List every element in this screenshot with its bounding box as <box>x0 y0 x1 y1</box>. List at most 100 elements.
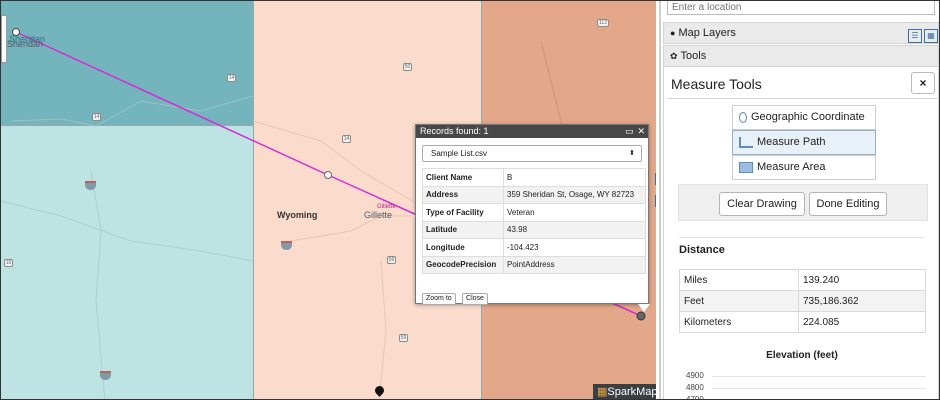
measure-action-bar: Clear Drawing Done Editing <box>678 184 928 221</box>
location-search-input[interactable] <box>667 1 935 15</box>
elevation-gridline <box>712 376 926 377</box>
record-value: -104.423 <box>503 238 646 257</box>
distance-value: 139.240 <box>798 269 926 291</box>
road-shield: 14 <box>92 113 101 121</box>
tool-label: Geographic Coordinate <box>751 111 865 123</box>
tools-label: Tools <box>680 50 707 62</box>
record-row: Latitude 43.98 <box>422 220 646 239</box>
clear-drawing-button[interactable]: Clear Drawing <box>719 192 805 216</box>
distance-title: Distance <box>679 244 725 256</box>
distance-row: Miles 139.240 <box>679 269 926 291</box>
sparkmap-logo: ▦SparkMap <box>593 384 656 399</box>
tools-header[interactable]: ✿ Tools <box>663 45 939 67</box>
path-vertex-end <box>636 311 646 321</box>
record-value: Veteran <box>503 203 646 222</box>
distance-value: 224.085 <box>798 311 926 333</box>
record-table: Client Name B Address 359 Sheridan St, Osag… <box>422 168 646 274</box>
record-value: PointAddress <box>503 255 646 274</box>
tool-measure-area[interactable]: Measure Area <box>732 155 876 180</box>
road-shield: 14 <box>227 74 236 82</box>
record-key: Type of Facility <box>422 203 504 222</box>
path-vertex-mid <box>324 171 332 179</box>
popup-close-button[interactable]: Close <box>462 293 488 305</box>
map-layers-header[interactable]: ● Map Layers ☰ ▦ <box>663 22 939 44</box>
elevation-title: Elevation (feet) <box>766 350 838 361</box>
tool-geographic-coordinate[interactable]: Geographic Coordinate <box>732 105 876 130</box>
record-value: B <box>503 168 646 187</box>
city-label-sheridan: Sheridan <box>7 39 44 49</box>
list-view-icon[interactable]: ☰ <box>908 29 922 43</box>
road-shield: 16 <box>4 259 13 267</box>
records-popup: Records found: 1 ▭ ✕ Sample List.csv ⬍ Cl… <box>415 124 650 312</box>
map-layers-label: Map Layers <box>678 27 736 39</box>
measure-path-segment <box>15 31 329 176</box>
elevation-tick-label: 4700 <box>686 395 704 400</box>
distance-unit: Miles <box>679 269 799 291</box>
gear-icon: ✿ <box>670 51 678 61</box>
record-value: 43.98 <box>503 220 646 239</box>
record-key: Longitude <box>422 238 504 257</box>
road-shield: 112 <box>597 19 609 27</box>
zoom-to-button[interactable]: Zoom to <box>422 293 456 305</box>
record-row: GeocodePrecision PointAddress <box>422 255 646 274</box>
elevation-tick-label: 4900 <box>686 371 704 380</box>
record-key: Client Name <box>422 168 504 187</box>
road-line <box>378 260 387 399</box>
distance-value: 735,186.362 <box>798 290 926 312</box>
record-key: GeocodePrecision <box>422 255 504 274</box>
record-row: Type of Facility Veteran <box>422 203 646 222</box>
distance-row: Feet 735,186.362 <box>679 290 926 312</box>
interstate-shield <box>100 371 111 380</box>
select-arrows-icon: ⬍ <box>629 150 635 157</box>
measure-tools-title: Measure Tools <box>671 76 762 92</box>
tool-label: Measure Area <box>757 161 826 173</box>
city-label-gillette-small: Gillette <box>377 204 396 210</box>
road-line <box>1 200 254 262</box>
distance-table: Miles 139.240 Feet 735,186.362 Kilometers 224… <box>679 269 926 333</box>
map-canvas[interactable]: Sheridan Sheridan Wyoming Gillette Gille… <box>1 1 656 399</box>
measure-path-icon <box>739 136 753 148</box>
logo-text: SparkMap <box>607 386 656 398</box>
tool-measure-path[interactable]: Measure Path <box>732 130 876 155</box>
record-key: Latitude <box>422 220 504 239</box>
dataset-select[interactable]: Sample List.csv ⬍ <box>422 145 642 162</box>
tools-body: Measure Tools × Geographic Coordinate Me… <box>663 67 939 400</box>
distance-unit: Feet <box>679 290 799 312</box>
road-line <box>10 95 254 127</box>
app-frame: Sheridan Sheridan Wyoming Gillette Gille… <box>0 0 940 400</box>
dataset-select-value: Sample List.csv <box>431 149 488 158</box>
record-key: Address <box>422 185 504 204</box>
popup-pointer <box>638 304 650 312</box>
geo-coordinate-icon <box>739 111 747 123</box>
popup-titlebar: Records found: 1 ▭ ✕ <box>416 125 648 138</box>
road-line <box>90 170 106 399</box>
done-editing-button[interactable]: Done Editing <box>809 192 887 216</box>
record-row: Address 359 Sheridan St, Osage, WY 82723 <box>422 185 646 204</box>
road-shield: 14 <box>342 135 351 143</box>
road-shield: 59 <box>387 256 396 264</box>
elevation-gridline <box>712 388 926 389</box>
interstate-shield <box>281 241 292 250</box>
measure-area-icon <box>739 161 753 173</box>
close-icon[interactable]: ✕ <box>637 126 645 136</box>
globe-icon: ● <box>670 28 676 38</box>
record-row: Longitude -104.423 <box>422 238 646 257</box>
zoom-control[interactable] <box>1 15 7 63</box>
measure-tools-close-button[interactable]: × <box>911 72 935 94</box>
divider <box>667 98 937 99</box>
record-value: 359 Sheridan St, Osage, WY 82723 <box>503 185 646 204</box>
popup-title: Records found: 1 <box>420 126 489 136</box>
panel-collapse-handle[interactable] <box>655 173 656 229</box>
maximize-icon[interactable]: ▭ <box>625 126 634 136</box>
distance-row: Kilometers 224.085 <box>679 311 926 333</box>
divider <box>679 237 925 238</box>
tool-label: Measure Path <box>757 136 826 148</box>
interstate-shield <box>85 181 96 190</box>
distance-unit: Kilometers <box>679 311 799 333</box>
side-panel: ●Map Layers ☰▦ ✿Tools Measure Tools × Ge… <box>659 1 939 400</box>
grid-view-icon[interactable]: ▦ <box>924 29 938 43</box>
road-shield: 50 <box>403 63 412 71</box>
elevation-tick-label: 4800 <box>686 383 704 392</box>
city-label-gillette: Gillette <box>364 210 393 220</box>
road-shield: 59 <box>399 334 408 342</box>
